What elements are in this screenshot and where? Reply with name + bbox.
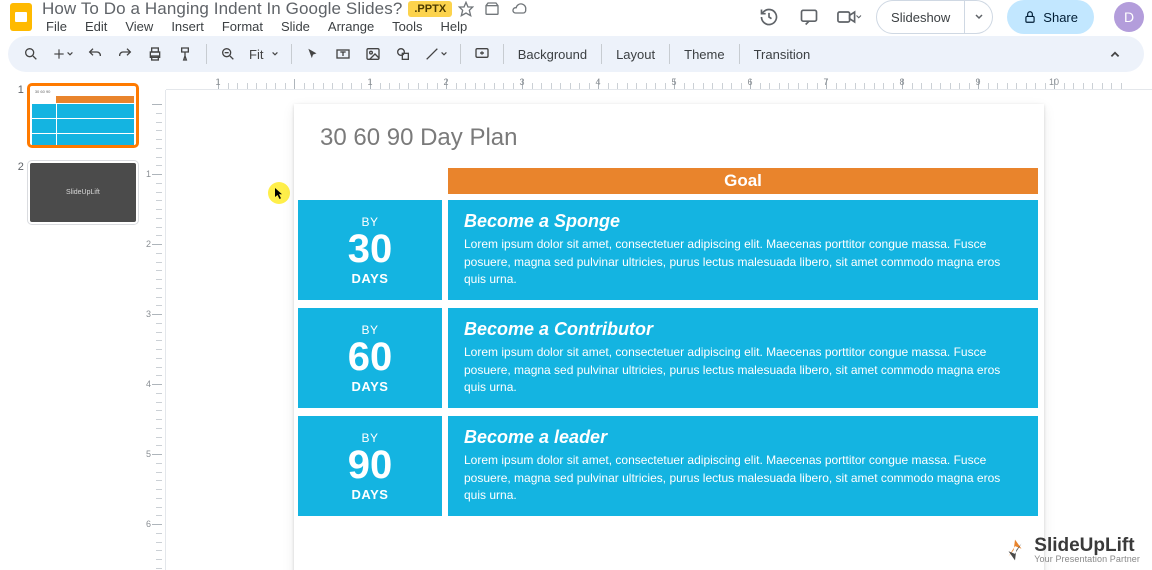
row-heading: Become a Contributor — [464, 319, 1022, 340]
menu-view[interactable]: View — [121, 17, 157, 36]
workspace: 1 30 60 90 2 SlideUpLift 112345678910 12… — [0, 74, 1152, 570]
menu-edit[interactable]: Edit — [81, 17, 111, 36]
history-icon[interactable] — [756, 4, 782, 30]
slide-number: 1 — [14, 84, 24, 96]
day-unit-label: DAYS — [352, 379, 389, 394]
star-icon[interactable] — [458, 1, 474, 17]
day-box-90[interactable]: BY 90 DAYS — [298, 416, 442, 516]
body-box-90[interactable]: Become a leader Lorem ipsum dolor sit am… — [448, 416, 1038, 516]
menu-arrange[interactable]: Arrange — [324, 17, 378, 36]
day-box-60[interactable]: BY 60 DAYS — [298, 308, 442, 408]
day-unit-label: DAYS — [352, 487, 389, 502]
menu-tools[interactable]: Tools — [388, 17, 426, 36]
cursor-highlight — [268, 182, 290, 204]
layout-button[interactable]: Layout — [610, 47, 661, 62]
plan-row-30[interactable]: BY 30 DAYS Become a Sponge Lorem ipsum d… — [298, 200, 1038, 300]
slide-thumbnail-1[interactable]: 30 60 90 — [28, 84, 138, 147]
transition-button[interactable]: Transition — [748, 47, 817, 62]
menu-file[interactable]: File — [42, 17, 71, 36]
zoom-out-button[interactable] — [215, 40, 241, 68]
share-button[interactable]: Share — [1007, 0, 1094, 34]
title-bar: How To Do a Hanging Indent In Google Sli… — [0, 0, 1152, 34]
watermark-subtitle: Your Presentation Partner — [1034, 555, 1140, 564]
body-box-30[interactable]: Become a Sponge Lorem ipsum dolor sit am… — [448, 200, 1038, 300]
menu-insert[interactable]: Insert — [167, 17, 208, 36]
line-tool[interactable] — [420, 40, 452, 68]
watermark-title: SlideUpLift — [1034, 536, 1140, 555]
watermark: SlideUpLift Your Presentation Partner — [1002, 536, 1140, 564]
goal-header[interactable]: Goal — [448, 168, 1038, 194]
paint-format-button[interactable] — [172, 40, 198, 68]
search-icon[interactable] — [18, 40, 44, 68]
menu-slide[interactable]: Slide — [277, 17, 314, 36]
theme-button[interactable]: Theme — [678, 47, 730, 62]
textbox-tool[interactable] — [330, 40, 356, 68]
slide-number: 2 — [14, 161, 24, 173]
image-tool[interactable] — [360, 40, 386, 68]
shape-tool[interactable] — [390, 40, 416, 68]
share-button-label: Share — [1043, 10, 1078, 25]
day-number: 30 — [348, 229, 393, 269]
row-heading: Become a Sponge — [464, 211, 1022, 232]
pptx-badge: .PPTX — [408, 1, 452, 17]
comment-tool[interactable] — [469, 40, 495, 68]
plan-row-60[interactable]: BY 60 DAYS Become a Contributor Lorem ip… — [298, 308, 1038, 408]
day-unit-label: DAYS — [352, 271, 389, 286]
filmstrip: 1 30 60 90 2 SlideUpLift — [10, 74, 144, 570]
lock-icon — [1023, 10, 1037, 24]
print-button[interactable] — [142, 40, 168, 68]
plan-row-90[interactable]: BY 90 DAYS Become a leader Lorem ipsum d… — [298, 416, 1038, 516]
row-heading: Become a leader — [464, 427, 1022, 448]
row-body: Lorem ipsum dolor sit amet, consectetuer… — [464, 344, 1022, 396]
slide-thumbnail-2[interactable]: SlideUpLift — [28, 161, 138, 224]
vertical-ruler[interactable]: 1234567 — [144, 90, 166, 570]
comment-icon[interactable] — [796, 4, 822, 30]
cloud-icon[interactable] — [510, 1, 528, 17]
zoom-value: Fit — [249, 47, 263, 62]
body-box-60[interactable]: Become a Contributor Lorem ipsum dolor s… — [448, 308, 1038, 408]
slideshow-button-label: Slideshow — [891, 10, 950, 25]
slide-canvas-area: 112345678910 1234567 30 60 90 Day Plan G… — [144, 74, 1152, 570]
header-right-cluster: Slideshow Share D — [756, 0, 1144, 34]
slide-stage[interactable]: 30 60 90 Day Plan Goal BY 30 DAYS Become… — [294, 104, 1044, 570]
slideshow-dropdown[interactable] — [965, 0, 993, 34]
menu-help[interactable]: Help — [437, 17, 472, 36]
toolbar: Fit Background Layout Theme Transition — [8, 36, 1144, 72]
watermark-icon — [1002, 537, 1028, 563]
select-tool[interactable] — [300, 40, 326, 68]
collapse-toolbar-icon[interactable] — [1102, 40, 1128, 68]
background-button[interactable]: Background — [512, 47, 593, 62]
day-number: 60 — [348, 337, 393, 377]
redo-button[interactable] — [112, 40, 138, 68]
account-avatar[interactable]: D — [1114, 2, 1144, 32]
slide-title[interactable]: 30 60 90 Day Plan — [320, 124, 517, 152]
zoom-select[interactable]: Fit — [245, 40, 283, 68]
thumbnail-text: SlideUpLift — [30, 163, 136, 222]
row-body: Lorem ipsum dolor sit amet, consectetuer… — [464, 236, 1022, 288]
day-number: 90 — [348, 445, 393, 485]
new-slide-button[interactable] — [48, 40, 78, 68]
move-icon[interactable] — [484, 1, 500, 17]
horizontal-ruler[interactable]: 112345678910 — [166, 74, 1152, 90]
slides-logo-icon[interactable] — [8, 4, 34, 30]
row-body: Lorem ipsum dolor sit amet, consectetuer… — [464, 452, 1022, 504]
meet-icon[interactable] — [836, 4, 862, 30]
undo-button[interactable] — [82, 40, 108, 68]
day-box-30[interactable]: BY 30 DAYS — [298, 200, 442, 300]
menu-format[interactable]: Format — [218, 17, 267, 36]
slideshow-button[interactable]: Slideshow — [876, 0, 965, 34]
menu-bar: File Edit View Insert Format Slide Arran… — [42, 17, 748, 35]
